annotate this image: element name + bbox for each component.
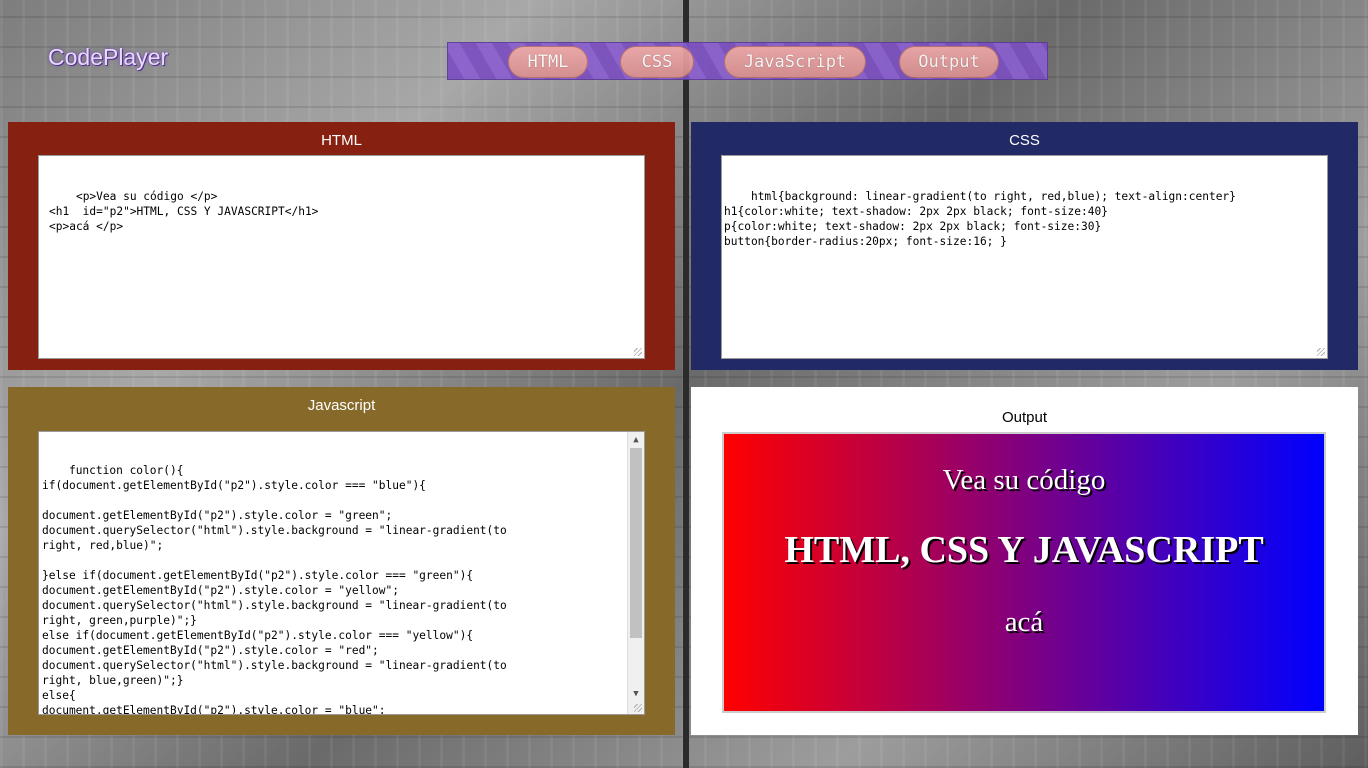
html-panel: HTML <p>Vea su código </p> <h1 id="p2">H… (8, 122, 675, 370)
toggle-css-button[interactable]: CSS (620, 46, 694, 78)
output-paragraph-2: acá (1004, 606, 1044, 638)
output-paragraph-1: Vea su código (942, 464, 1106, 496)
html-code-editor[interactable]: <p>Vea su código </p> <h1 id="p2">HTML, … (38, 155, 645, 359)
background-divider (683, 0, 689, 768)
javascript-panel: Javascript function color(){ if(document… (8, 387, 675, 735)
javascript-panel-title: Javascript (307, 397, 376, 414)
editor-scrollbar[interactable]: ▲ ▼ (627, 432, 644, 714)
css-panel-title: CSS (1009, 132, 1040, 149)
html-panel-title: HTML (321, 132, 362, 149)
html-code-text: <p>Vea su código </p> <h1 id="p2">HTML, … (49, 190, 319, 233)
toggle-output-button[interactable]: Output (899, 46, 999, 78)
toggle-html-button[interactable]: HTML (508, 46, 588, 78)
scroll-thumb[interactable] (630, 448, 642, 638)
scroll-down-icon[interactable]: ▼ (628, 686, 644, 702)
app-logo: CodePlayer (48, 44, 169, 70)
scroll-up-icon[interactable]: ▲ (628, 432, 644, 448)
javascript-code-text: function color(){ if(document.getElement… (42, 464, 507, 715)
toggle-javascript-button[interactable]: JavaScript (724, 46, 866, 78)
css-code-text: html{background: linear-gradient(to righ… (724, 190, 1236, 248)
resize-grip-icon[interactable] (634, 704, 642, 712)
output-panel-title: Output (1001, 409, 1048, 426)
javascript-code-editor[interactable]: function color(){ if(document.getElement… (38, 431, 645, 715)
css-code-editor[interactable]: html{background: linear-gradient(to righ… (721, 155, 1328, 359)
panel-toggle-toolbar: HTML CSS JavaScript Output (447, 42, 1048, 80)
css-panel: CSS html{background: linear-gradient(to … (691, 122, 1358, 370)
resize-grip-icon[interactable] (1317, 348, 1325, 356)
output-heading[interactable]: HTML, CSS Y JAVASCRIPT (724, 528, 1324, 572)
output-preview-frame[interactable]: Vea su código HTML, CSS Y JAVASCRIPT acá (722, 432, 1326, 713)
resize-grip-icon[interactable] (634, 348, 642, 356)
